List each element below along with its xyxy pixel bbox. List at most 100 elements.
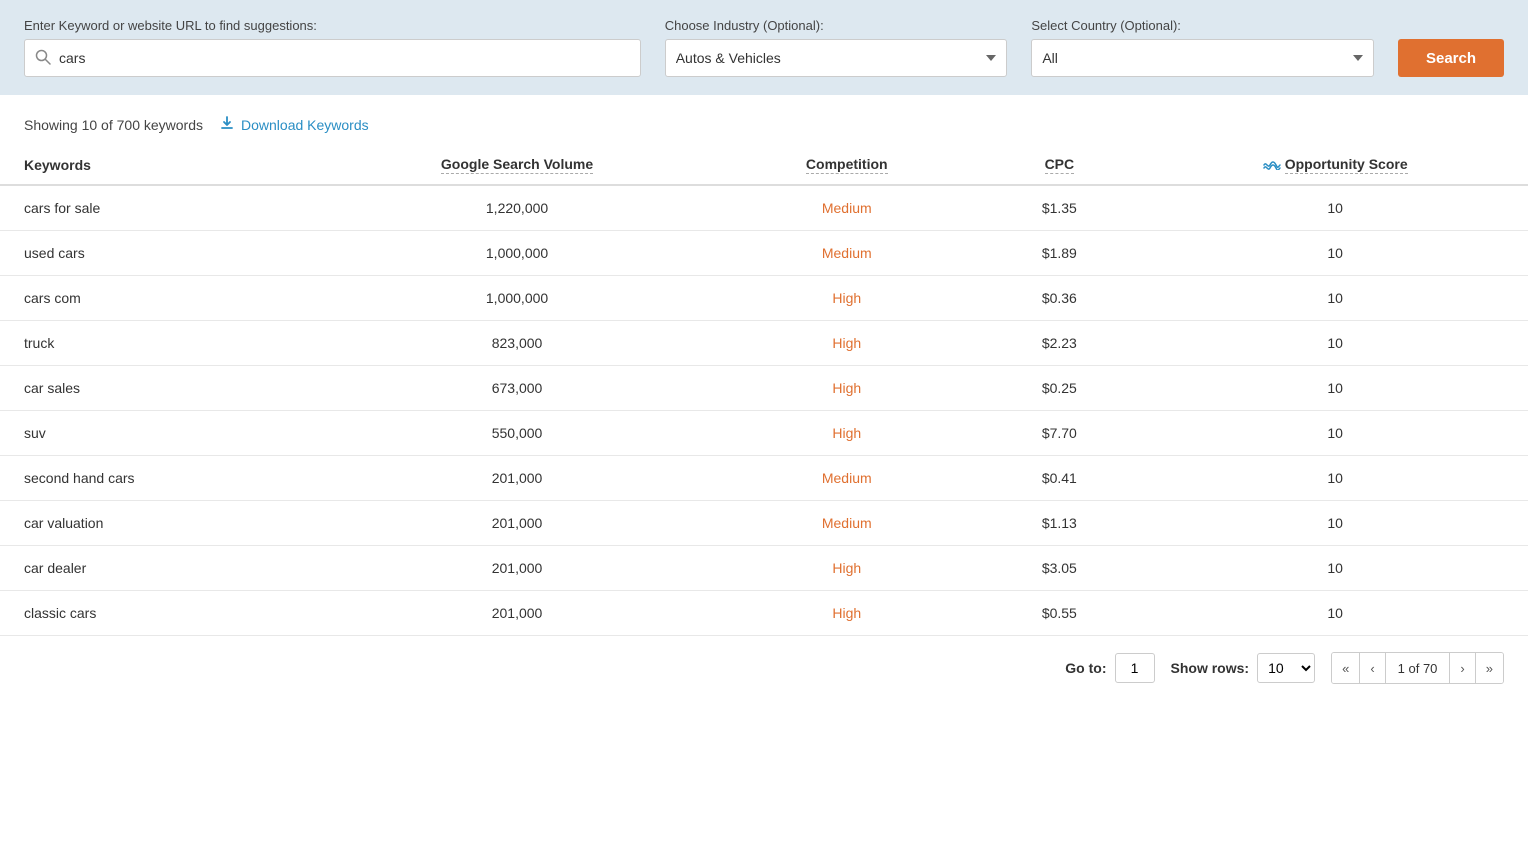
table-header-row: Keywords Google Search Volume Competitio… <box>0 146 1528 185</box>
cpc-cell: $0.41 <box>976 456 1142 501</box>
industry-select[interactable]: All Autos & Vehicles Arts & Entertainmen… <box>665 39 1008 77</box>
keyword-cell: used cars <box>0 231 317 276</box>
table-row: second hand cars 201,000 Medium $0.41 10 <box>0 456 1528 501</box>
opportunity-cell: 10 <box>1142 185 1528 231</box>
keyword-cell: second hand cars <box>0 456 317 501</box>
col-header-volume: Google Search Volume <box>317 146 717 185</box>
show-rows-group: Show rows: 5 10 25 50 100 <box>1171 653 1316 683</box>
opportunity-cell: 10 <box>1142 366 1528 411</box>
country-field-group: Select Country (Optional): All United St… <box>1031 18 1374 77</box>
volume-cell: 823,000 <box>317 321 717 366</box>
cpc-cell: $3.05 <box>976 546 1142 591</box>
keyword-cell: classic cars <box>0 591 317 636</box>
competition-cell: High <box>717 321 976 366</box>
volume-cell: 1,220,000 <box>317 185 717 231</box>
competition-cell: Medium <box>717 456 976 501</box>
keyword-field-group: Enter Keyword or website URL to find sug… <box>24 18 641 77</box>
download-keywords-label: Download Keywords <box>241 117 369 133</box>
goto-group: Go to: <box>1065 653 1154 683</box>
table-row: suv 550,000 High $7.70 10 <box>0 411 1528 456</box>
pagination: Go to: Show rows: 5 10 25 50 100 « ‹ 1 o… <box>0 636 1528 700</box>
competition-cell: Medium <box>717 231 976 276</box>
table-row: car sales 673,000 High $0.25 10 <box>0 366 1528 411</box>
industry-label: Choose Industry (Optional): <box>665 18 1008 33</box>
goto-label: Go to: <box>1065 660 1106 676</box>
keyword-cell: car sales <box>0 366 317 411</box>
keyword-cell: cars com <box>0 276 317 321</box>
table-row: cars com 1,000,000 High $0.36 10 <box>0 276 1528 321</box>
table-row: used cars 1,000,000 Medium $1.89 10 <box>0 231 1528 276</box>
table-row: truck 823,000 High $2.23 10 <box>0 321 1528 366</box>
keyword-cell: cars for sale <box>0 185 317 231</box>
table-row: cars for sale 1,220,000 Medium $1.35 10 <box>0 185 1528 231</box>
cpc-cell: $1.89 <box>976 231 1142 276</box>
search-bar: Enter Keyword or website URL to find sug… <box>0 0 1528 95</box>
show-rows-select[interactable]: 5 10 25 50 100 <box>1257 653 1315 683</box>
country-select[interactable]: All United States United Kingdom Canada … <box>1031 39 1374 77</box>
opportunity-cell: 10 <box>1142 411 1528 456</box>
search-button[interactable]: Search <box>1398 39 1504 77</box>
opportunity-cell: 10 <box>1142 231 1528 276</box>
show-rows-label: Show rows: <box>1171 660 1250 676</box>
col-header-competition: Competition <box>717 146 976 185</box>
cpc-cell: $0.55 <box>976 591 1142 636</box>
page-info: 1 of 70 <box>1386 653 1451 683</box>
volume-cell: 201,000 <box>317 591 717 636</box>
keyword-label: Enter Keyword or website URL to find sug… <box>24 18 641 33</box>
opportunity-cell: 10 <box>1142 456 1528 501</box>
volume-cell: 550,000 <box>317 411 717 456</box>
competition-cell: High <box>717 276 976 321</box>
search-icon <box>35 49 51 68</box>
download-icon <box>219 115 235 134</box>
opportunity-cell: 10 <box>1142 546 1528 591</box>
volume-cell: 201,000 <box>317 546 717 591</box>
volume-cell: 201,000 <box>317 501 717 546</box>
col-header-cpc: CPC <box>976 146 1142 185</box>
cpc-cell: $1.35 <box>976 185 1142 231</box>
keyword-cell: suv <box>0 411 317 456</box>
cpc-cell: $7.70 <box>976 411 1142 456</box>
cpc-cell: $0.36 <box>976 276 1142 321</box>
volume-cell: 1,000,000 <box>317 276 717 321</box>
industry-field-group: Choose Industry (Optional): All Autos & … <box>665 18 1008 77</box>
table-row: classic cars 201,000 High $0.55 10 <box>0 591 1528 636</box>
cpc-cell: $0.25 <box>976 366 1142 411</box>
competition-cell: Medium <box>717 501 976 546</box>
keyword-input[interactable] <box>59 50 630 66</box>
keyword-cell: truck <box>0 321 317 366</box>
opportunity-cell: 10 <box>1142 276 1528 321</box>
cpc-cell: $2.23 <box>976 321 1142 366</box>
last-page-button[interactable]: » <box>1476 653 1503 683</box>
cpc-cell: $1.13 <box>976 501 1142 546</box>
opportunity-cell: 10 <box>1142 591 1528 636</box>
prev-page-button[interactable]: ‹ <box>1360 653 1385 683</box>
download-keywords-link[interactable]: Download Keywords <box>219 115 369 134</box>
col-header-opportunity: Opportunity Score <box>1142 146 1528 185</box>
table-row: car valuation 201,000 Medium $1.13 10 <box>0 501 1528 546</box>
keyword-cell: car dealer <box>0 546 317 591</box>
competition-cell: High <box>717 591 976 636</box>
keyword-cell: car valuation <box>0 501 317 546</box>
table-body: cars for sale 1,220,000 Medium $1.35 10 … <box>0 185 1528 636</box>
country-label: Select Country (Optional): <box>1031 18 1374 33</box>
volume-cell: 1,000,000 <box>317 231 717 276</box>
page-nav: « ‹ 1 of 70 › » <box>1331 652 1504 684</box>
next-page-button[interactable]: › <box>1450 653 1475 683</box>
competition-cell: High <box>717 411 976 456</box>
keywords-table: Keywords Google Search Volume Competitio… <box>0 146 1528 636</box>
keyword-input-wrapper <box>24 39 641 77</box>
volume-cell: 673,000 <box>317 366 717 411</box>
results-count: Showing 10 of 700 keywords <box>24 117 203 133</box>
first-page-button[interactable]: « <box>1332 653 1360 683</box>
opportunity-cell: 10 <box>1142 321 1528 366</box>
table-row: car dealer 201,000 High $3.05 10 <box>0 546 1528 591</box>
waves-icon <box>1263 157 1281 173</box>
volume-cell: 201,000 <box>317 456 717 501</box>
competition-cell: High <box>717 546 976 591</box>
goto-input[interactable] <box>1115 653 1155 683</box>
competition-cell: High <box>717 366 976 411</box>
results-header: Showing 10 of 700 keywords Download Keyw… <box>0 95 1528 146</box>
opportunity-cell: 10 <box>1142 501 1528 546</box>
col-header-keywords: Keywords <box>0 146 317 185</box>
competition-cell: Medium <box>717 185 976 231</box>
